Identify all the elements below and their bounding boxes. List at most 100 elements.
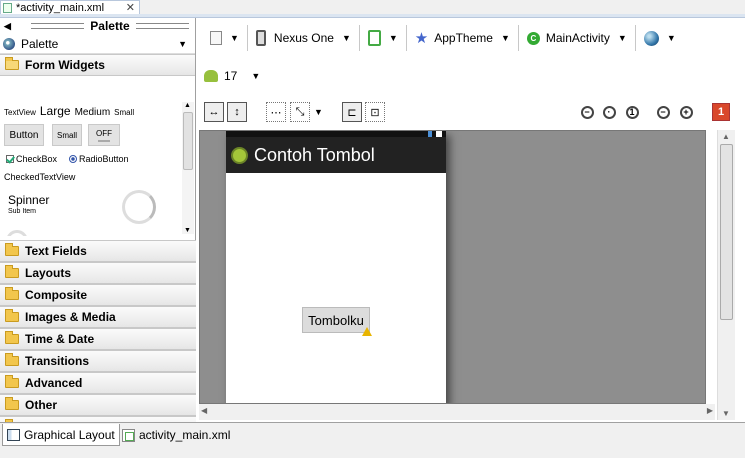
category-label: Time & Date bbox=[25, 332, 95, 346]
tombolku-button[interactable]: Tombolku bbox=[302, 307, 370, 333]
zoom-out-icon[interactable]: − bbox=[654, 103, 672, 121]
widget-button[interactable]: Button bbox=[4, 124, 44, 146]
tab-xml-source[interactable]: activity_main.xml bbox=[118, 424, 234, 446]
globe-icon bbox=[643, 30, 659, 46]
drag-handle-right[interactable] bbox=[135, 23, 189, 29]
category-time-date[interactable]: Time & Date bbox=[0, 328, 196, 350]
zoom-in-icon[interactable]: + bbox=[677, 103, 695, 121]
api-level-dropdown[interactable]: 17 ▼ bbox=[204, 66, 260, 86]
widget-progress-normal[interactable] bbox=[6, 230, 28, 236]
activity-dropdown[interactable]: C MainActivity ▼ bbox=[521, 25, 633, 51]
category-text-fields[interactable]: Text Fields bbox=[0, 240, 196, 262]
category-advanced[interactable]: Advanced bbox=[0, 372, 196, 394]
category-form-widgets[interactable]: Form Widgets bbox=[0, 54, 195, 76]
category-label: Text Fields bbox=[25, 244, 87, 258]
tab-graphical-layout[interactable]: Graphical Layout bbox=[2, 424, 120, 446]
warning-icon[interactable] bbox=[362, 327, 372, 336]
palette-panel: ◀ Palette Palette ▼ Form Widgets TextVie… bbox=[0, 18, 196, 438]
theme-label: AppTheme bbox=[434, 31, 493, 45]
layout-actions-toolbar: ↔ ↕ ⋯ ⤡ ▼ ⊏ ⊡ − · 1 − + 1 bbox=[196, 100, 745, 126]
category-label: Advanced bbox=[25, 376, 83, 390]
scroll-thumb[interactable] bbox=[183, 112, 193, 170]
scroll-left-icon[interactable]: ◀ bbox=[201, 406, 207, 415]
category-label: Form Widgets bbox=[25, 58, 105, 72]
separator bbox=[358, 25, 360, 51]
chevron-down-icon[interactable]: ▼ bbox=[314, 107, 323, 117]
toggle-label: OFF bbox=[96, 128, 112, 138]
widget-large-text[interactable]: Large bbox=[40, 104, 71, 118]
star-icon: ★ bbox=[414, 30, 429, 47]
chevron-down-icon: ▼ bbox=[617, 33, 627, 43]
chevron-down-icon: ▼ bbox=[251, 71, 261, 81]
close-icon[interactable]: ✕ bbox=[126, 1, 135, 14]
device-preview: Contoh Tombol Tombolku bbox=[226, 131, 446, 403]
device-label: Nexus One bbox=[273, 31, 334, 45]
scroll-right-icon[interactable]: ▶ bbox=[707, 406, 713, 415]
graphical-layout-icon bbox=[7, 428, 20, 441]
folder-icon bbox=[5, 331, 19, 344]
editor-bottom-tabs: Graphical Layout activity_main.xml bbox=[0, 422, 745, 458]
locale-dropdown[interactable]: ▼ bbox=[638, 25, 682, 51]
signal-icon bbox=[436, 131, 442, 137]
chevron-down-icon[interactable]: ▼ bbox=[178, 39, 187, 49]
theme-dropdown[interactable]: ★ AppTheme ▼ bbox=[409, 25, 516, 51]
category-layouts[interactable]: Layouts bbox=[0, 262, 196, 284]
scroll-thumb[interactable] bbox=[720, 144, 733, 320]
orientation-dropdown[interactable]: ▼ bbox=[362, 25, 404, 51]
palette-scrollbar[interactable]: ▲ ▼ bbox=[182, 102, 194, 234]
layout-config-dropdown[interactable]: ▼ bbox=[196, 25, 245, 51]
scroll-up-icon[interactable]: ▲ bbox=[184, 102, 191, 109]
widget-checked-textview[interactable]: CheckedTextView bbox=[4, 172, 75, 182]
scroll-down-icon[interactable]: ▼ bbox=[184, 227, 191, 234]
palette-selector[interactable]: Palette ▼ bbox=[0, 34, 195, 54]
palette-selector-value: Palette bbox=[21, 36, 59, 51]
zoom-fit-icon[interactable]: − bbox=[578, 103, 596, 121]
widget-small-button[interactable]: Small bbox=[52, 124, 82, 146]
radio-icon[interactable] bbox=[69, 155, 78, 163]
widget-toggle-button[interactable]: OFF bbox=[88, 124, 120, 146]
category-label: Composite bbox=[25, 288, 88, 302]
category-composite[interactable]: Composite bbox=[0, 284, 196, 306]
layout-align-button[interactable]: ⊏ bbox=[342, 102, 362, 122]
widget-textview[interactable]: TextView bbox=[4, 108, 36, 117]
widget-small-text[interactable]: Small bbox=[114, 108, 134, 117]
widget-spinner[interactable]: Spinner bbox=[8, 193, 49, 207]
toggle-fill-height-button[interactable]: ↕ bbox=[227, 102, 247, 122]
scroll-up-icon[interactable]: ▲ bbox=[722, 132, 730, 141]
category-other[interactable]: Other bbox=[0, 394, 196, 416]
margins-icon[interactable]: ⋯ bbox=[266, 102, 286, 122]
design-canvas[interactable]: Contoh Tombol Tombolku bbox=[199, 130, 706, 404]
device-dropdown[interactable]: Nexus One ▼ bbox=[250, 25, 357, 51]
folder-icon bbox=[5, 397, 19, 410]
toggle-fill-width-button[interactable]: ↔ bbox=[204, 102, 224, 122]
widget-radiobutton[interactable]: RadioButton bbox=[79, 154, 129, 164]
widget-checkbox[interactable]: CheckBox bbox=[16, 154, 57, 164]
editor-tab[interactable]: *activity_main.xml ✕ bbox=[0, 0, 140, 14]
zoom-100-icon[interactable]: 1 bbox=[623, 103, 641, 121]
category-images-media[interactable]: Images & Media bbox=[0, 306, 196, 328]
collapse-arrow-icon[interactable]: ◀ bbox=[4, 21, 11, 32]
app-launcher-icon bbox=[231, 146, 248, 164]
chevron-down-icon: ▼ bbox=[666, 33, 676, 43]
error-count-badge[interactable]: 1 bbox=[712, 103, 730, 121]
folder-icon bbox=[5, 309, 19, 322]
folder-open-icon bbox=[5, 57, 19, 70]
scroll-down-icon[interactable]: ▼ bbox=[722, 409, 730, 418]
widget-medium-text[interactable]: Medium bbox=[75, 107, 111, 118]
folder-icon bbox=[5, 287, 19, 300]
palette-header: ◀ Palette bbox=[0, 18, 195, 34]
layout-baseline-button[interactable]: ⊡ bbox=[365, 102, 385, 122]
canvas-horizontal-scrollbar[interactable]: ◀ ▶ bbox=[199, 404, 715, 420]
category-label: Other bbox=[25, 398, 58, 412]
resize-icon[interactable]: ⤡ bbox=[290, 102, 310, 122]
category-label: Images & Media bbox=[25, 310, 116, 324]
zoom-real-size-icon[interactable]: · bbox=[600, 103, 618, 121]
checkbox-icon[interactable] bbox=[6, 155, 14, 163]
widget-progress-large[interactable] bbox=[122, 190, 156, 224]
category-transitions[interactable]: Transitions bbox=[0, 350, 196, 372]
canvas-vertical-scrollbar[interactable]: ▲ ▼ bbox=[717, 130, 735, 420]
config-toolbar: ▼ Nexus One ▼ ▼ ★ AppTheme ▼ C MainActiv… bbox=[196, 18, 745, 58]
widget-sub-item: Sub Item bbox=[8, 208, 37, 215]
phone-icon bbox=[255, 30, 266, 46]
drag-handle[interactable] bbox=[30, 23, 85, 29]
